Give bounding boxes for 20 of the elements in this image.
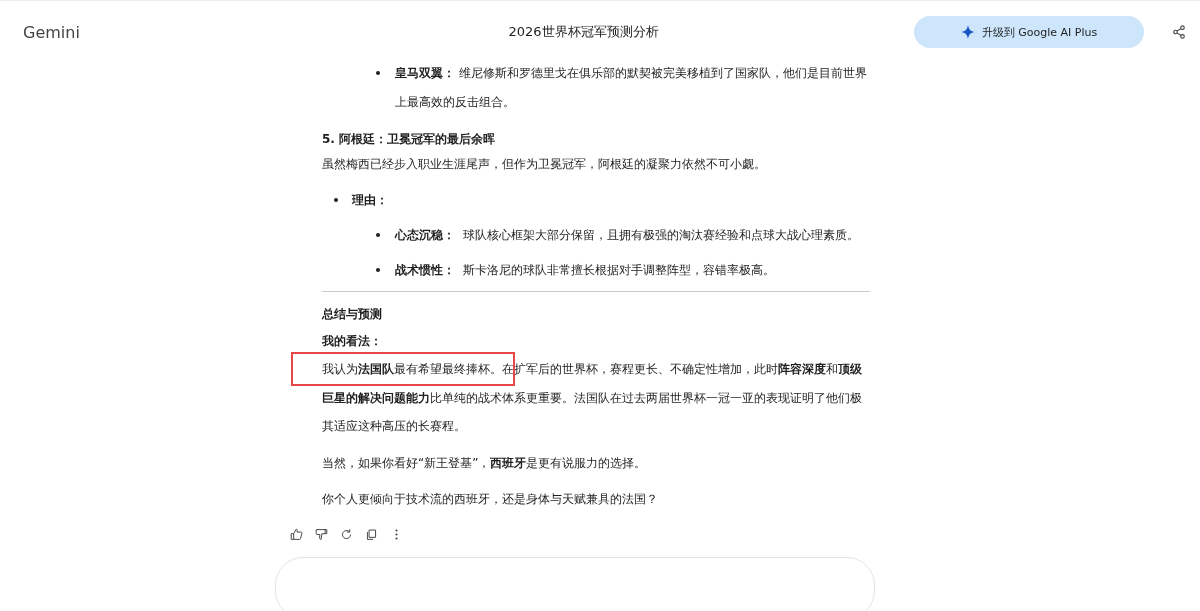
paragraph: 虽然梅西已经步入职业生涯尾声，但作为卫冕冠军，阿根廷的凝聚力依然不可小觑。 bbox=[322, 156, 767, 173]
section-heading: 5. 阿根廷：卫冕冠军的最后余晖 bbox=[322, 131, 497, 148]
share-icon[interactable] bbox=[1172, 25, 1186, 39]
refresh-icon[interactable] bbox=[340, 527, 353, 541]
copy-icon[interactable] bbox=[365, 527, 378, 541]
sparkle-icon bbox=[960, 25, 975, 39]
paragraph: 我认为法国队最有希望最终捧杯。在扩军后的世界杯，赛程更长、不确定性增加，此时阵容深度和顶级巨星的解决问题能力比单纯的战术体系更重要。法国队在过去两届世界杯一冠一亚的表现证明了他们极其适应这种高压的长赛程。 bbox=[322, 361, 863, 435]
thumbs-down-icon[interactable] bbox=[315, 527, 328, 541]
summary-heading: 总结与预测 bbox=[322, 306, 383, 323]
upgrade-button[interactable]: 升级到 Google AI Plus bbox=[914, 16, 1144, 48]
thumbs-up-icon[interactable] bbox=[290, 527, 303, 541]
bullet-text: 战术惯性： 斯卡洛尼的球队非常擅长根据对手调整阵型，容错率极高。 bbox=[379, 256, 870, 284]
bullet-text: 皇马双翼： 维尼修斯和罗德里戈在俱乐部的默契被完美移植到了国家队，他们是目前世界上最高效的反击组合。 bbox=[379, 63, 870, 117]
paragraph: 你个人更倾向于技术流的西班牙，还是身体与天赋兼具的法国？ bbox=[322, 491, 659, 508]
opinion-label: 我的看法： bbox=[322, 333, 383, 350]
chat-title: 2026世界杯冠军预测分析 bbox=[507, 23, 660, 41]
brand-name[interactable]: Gemini bbox=[23, 22, 253, 42]
paragraph: 当然，如果你看好“新王登基”，西班牙是更有说服力的选择。 bbox=[322, 454, 648, 472]
bullet-label: 理由： bbox=[336, 186, 870, 214]
bullet-text: 心态沉稳： 球队核心框架大部分保留，且拥有极强的淘汰赛经验和点球大战心理素质。 bbox=[379, 221, 870, 249]
